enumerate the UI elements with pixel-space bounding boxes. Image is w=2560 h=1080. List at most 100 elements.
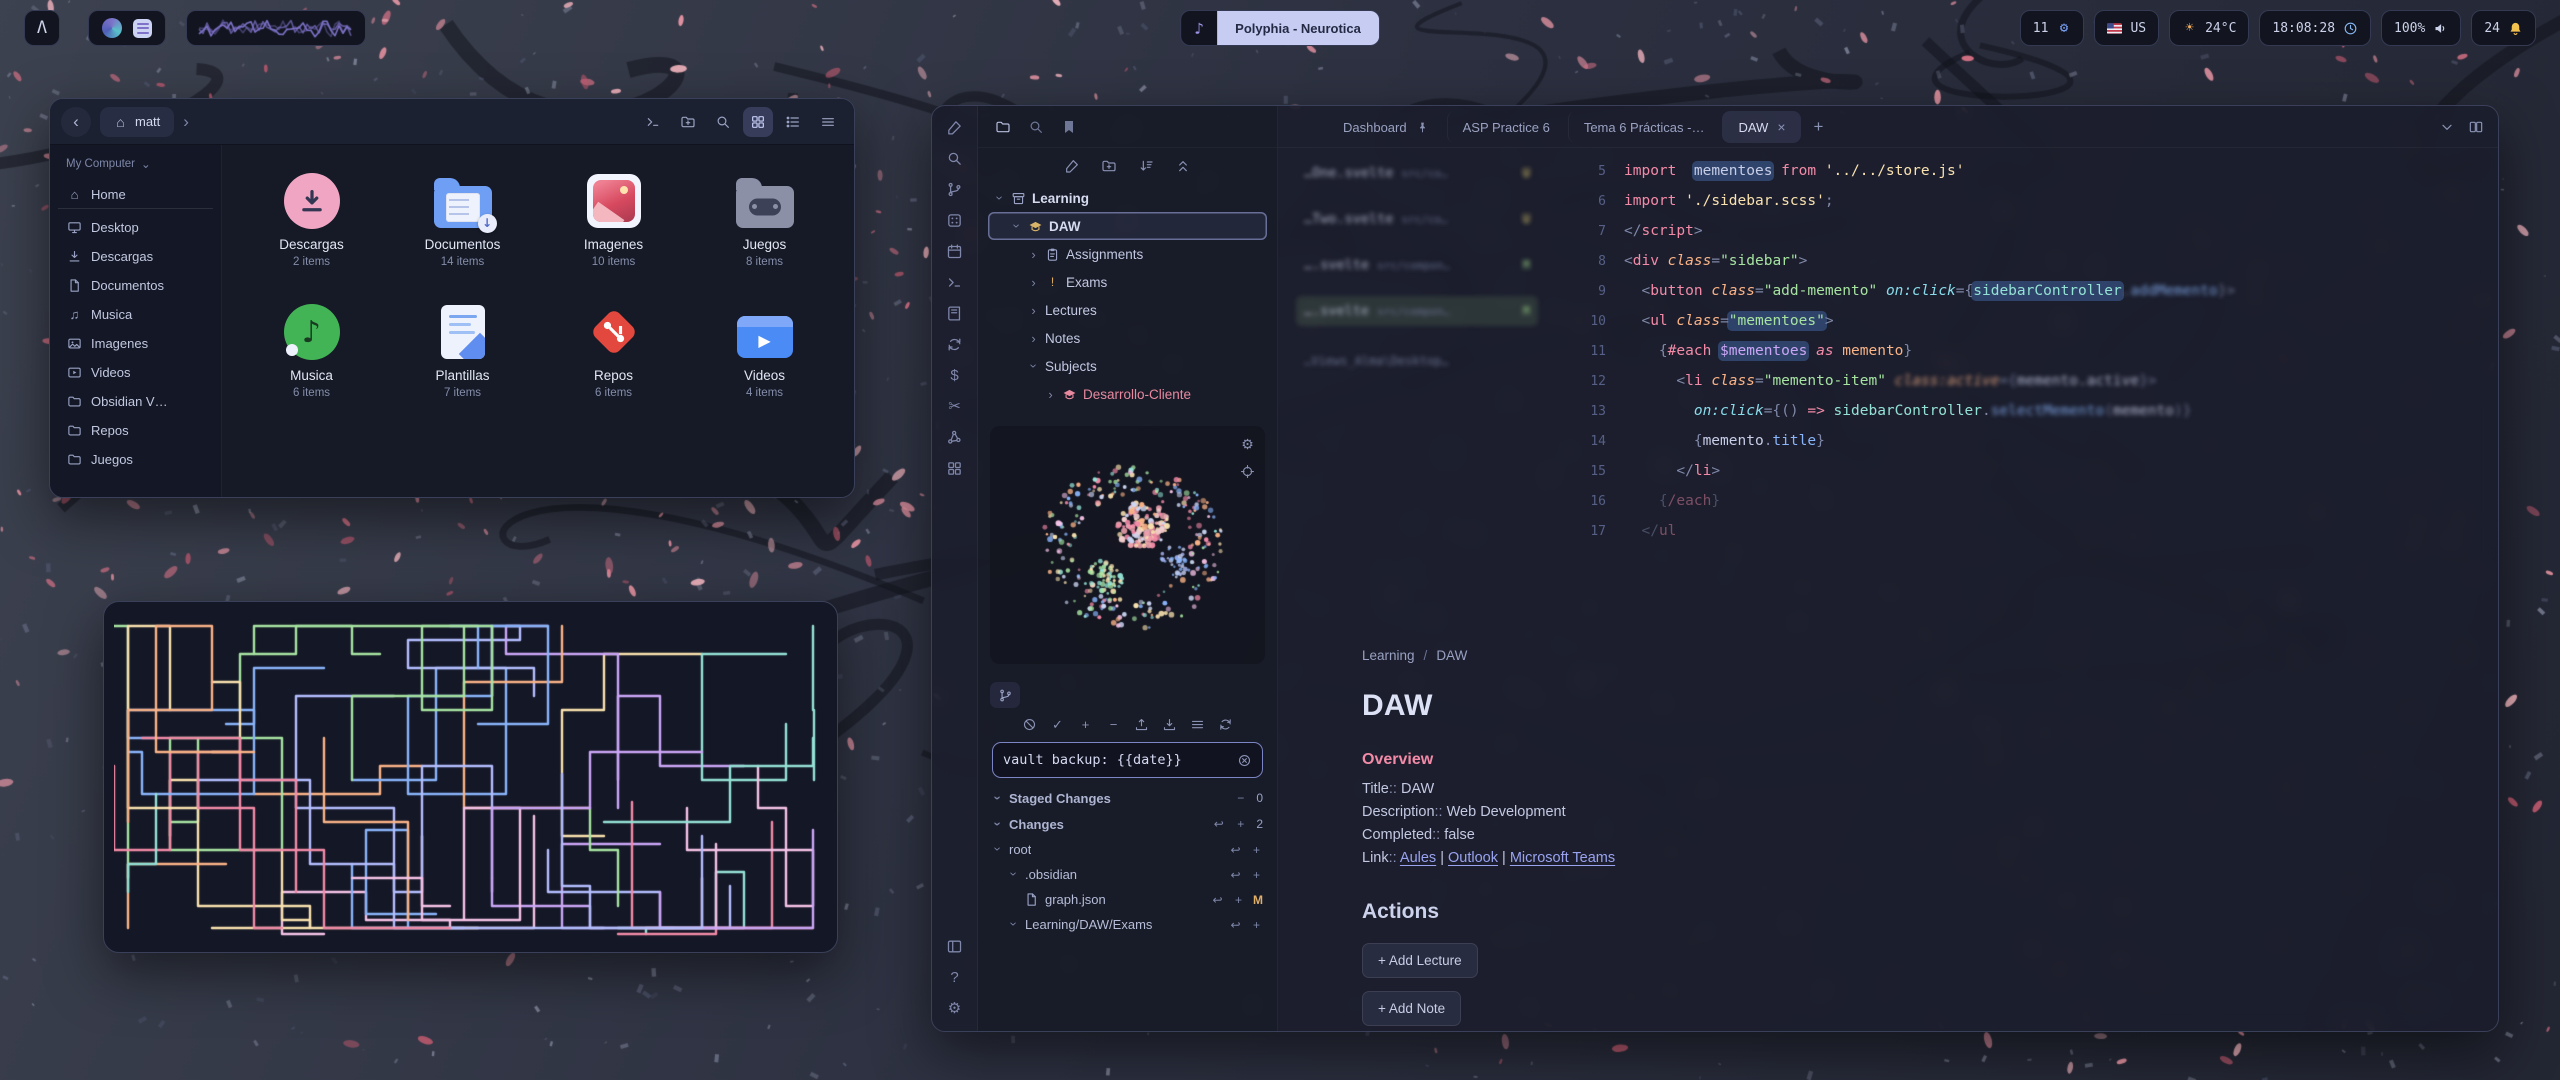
media-widget[interactable]: ♪ Polyphia - Neurotica (1180, 10, 1380, 46)
commit-message-input[interactable] (1003, 752, 1229, 768)
sidebar-item-desktop[interactable]: Desktop (58, 213, 213, 242)
explorer-sort-icon[interactable] (1138, 158, 1154, 174)
note-link-microsoft-teams[interactable]: Microsoft Teams (1510, 850, 1615, 866)
local-graph-panel[interactable]: ⚙ (990, 426, 1265, 664)
git-up-tray-icon[interactable] (1134, 717, 1149, 732)
graph-target-icon[interactable] (1240, 464, 1255, 479)
keyboard-layout-widget[interactable]: US (2094, 10, 2159, 46)
action-button-add-lecture[interactable]: + Add Lecture (1362, 943, 1478, 978)
folder-plantillas[interactable]: Plantillas7 items (387, 300, 538, 399)
breadcrumb-segment[interactable]: DAW (1436, 648, 1467, 663)
sidebar-item-musica[interactable]: ♫Musica (58, 300, 213, 329)
ribbon-scissors-icon[interactable]: ✂ (946, 398, 963, 415)
panel-tab-folder-icon[interactable] (995, 119, 1011, 135)
ribbon-layout-icon[interactable] (946, 938, 963, 955)
git-menu-icon[interactable] (1190, 717, 1205, 732)
discard-icon[interactable]: ↩ (1229, 868, 1242, 881)
unstage-all-icon[interactable]: − (1234, 792, 1247, 805)
stage-all-icon[interactable]: + (1234, 818, 1247, 831)
git-check-icon[interactable]: ✓ (1050, 717, 1065, 732)
quick-widgets[interactable] (88, 10, 166, 46)
source-control-chip[interactable] (990, 682, 1020, 708)
git-minus-icon[interactable]: − (1106, 717, 1121, 732)
volume-widget[interactable]: 100% (2381, 10, 2461, 46)
git-circle-slash-icon[interactable] (1022, 717, 1037, 732)
tab-asp-practice-6[interactable]: ASP Practice 6 (1447, 111, 1565, 143)
grid-button[interactable] (743, 107, 773, 137)
folder-juegos[interactable]: Juegos8 items (689, 169, 840, 268)
ribbon-grid-icon[interactable] (946, 460, 963, 477)
search-button[interactable] (708, 107, 738, 137)
explorer-item-daw[interactable]: ›DAW (988, 212, 1267, 240)
git-down-tray-icon[interactable] (1162, 717, 1177, 732)
plus-icon[interactable]: + (1232, 893, 1245, 906)
folder-imagenes[interactable]: Imagenes10 items (538, 169, 689, 268)
editor-area[interactable]: …One.sveltesrc/co…U…Two.sveltesrc/co…U….… (1278, 148, 2498, 1031)
folder-documentos[interactable]: ↓Documentos14 items (387, 169, 538, 268)
explorer-item-learning[interactable]: ›Learning (988, 184, 1267, 212)
clock-widget[interactable]: 18:08:28 (2259, 10, 2371, 46)
clear-message-icon[interactable] (1237, 753, 1252, 768)
action-button-add-note[interactable]: + Add Note (1362, 991, 1461, 1026)
sidebar-item-videos[interactable]: Videos (58, 358, 213, 387)
ribbon-dice-icon[interactable] (946, 212, 963, 229)
changes-header[interactable]: › Changes ↩ + 2 (978, 811, 1277, 837)
ribbon-graph-ic-icon[interactable] (946, 429, 963, 446)
tab-close-icon[interactable]: × (1777, 119, 1785, 135)
folder-musica[interactable]: ♪Musica6 items (236, 300, 387, 399)
note-link-aules[interactable]: Aules (1400, 850, 1436, 866)
explorer-item-assignments[interactable]: ›Assignments (988, 240, 1267, 268)
panel-tab-bookmark-icon[interactable] (1061, 119, 1077, 135)
folder-repos[interactable]: Repos6 items (538, 300, 689, 399)
sidebar-item-home[interactable]: ⌂Home (58, 180, 213, 209)
git-plus-icon[interactable]: + (1078, 717, 1093, 732)
breadcrumb-segment[interactable]: Learning (1362, 648, 1415, 663)
ribbon-new-note-icon[interactable] (946, 119, 963, 136)
explorer-item-exams[interactable]: ›!Exams (988, 268, 1267, 296)
notes-icon[interactable] (133, 19, 152, 38)
explorer-new-note-icon[interactable] (1064, 158, 1080, 174)
ribbon-gear-icon[interactable]: ⚙ (946, 1000, 963, 1017)
note-link-outlook[interactable]: Outlook (1448, 850, 1498, 866)
graph-gear-icon[interactable]: ⚙ (1240, 436, 1255, 451)
ribbon-dollar-icon[interactable]: $ (946, 367, 963, 384)
workspace-icon[interactable] (102, 18, 122, 38)
updates-widget[interactable]: 11 ⚙ (2020, 10, 2085, 46)
discard-icon[interactable]: ↩ (1211, 893, 1224, 906)
explorer-item-notes[interactable]: ›Notes (988, 324, 1267, 352)
tab-list-icon[interactable] (2439, 119, 2455, 135)
panel-tab-search-icon[interactable] (1028, 119, 1044, 135)
sidebar-item-imagenes[interactable]: Imagenes (58, 329, 213, 358)
explorer-folder-plus-icon[interactable] (1101, 158, 1117, 174)
plus-icon[interactable]: + (1250, 868, 1263, 881)
back-button[interactable]: ‹ (61, 107, 91, 137)
git-change-graph-json[interactable]: graph.json↩+M (978, 887, 1277, 912)
ribbon-branch-icon[interactable] (946, 181, 963, 198)
notifications-widget[interactable]: 24 (2471, 10, 2536, 46)
note-breadcrumb[interactable]: Learning/DAW (1362, 648, 2242, 663)
weather-widget[interactable]: ☀ 24°C (2169, 10, 2249, 46)
list-button[interactable] (778, 107, 808, 137)
sidebar-item-obsidian-v[interactable]: Obsidian V… (58, 387, 213, 416)
ribbon-book-icon[interactable] (946, 305, 963, 322)
sidebar-item-descargas[interactable]: Descargas (58, 242, 213, 271)
git-change-root[interactable]: ›root↩+ (978, 837, 1277, 862)
ribbon-terminal-icon[interactable] (946, 274, 963, 291)
explorer-item-desarrollo-cliente[interactable]: ›Desarrollo-Cliente (988, 380, 1267, 408)
forward-button[interactable]: › (183, 112, 189, 132)
discard-icon[interactable]: ↩ (1229, 918, 1242, 931)
ribbon-refresh-icon[interactable] (946, 336, 963, 353)
sidebar-item-documentos[interactable]: Documentos (58, 271, 213, 300)
folder-videos[interactable]: ▶Videos4 items (689, 300, 840, 399)
tab-tema-6-pr-cticas[interactable]: Tema 6 Prácticas -… (1568, 111, 1720, 143)
tab-dashboard[interactable]: Dashboard (1328, 111, 1444, 143)
plus-icon[interactable]: + (1250, 843, 1263, 856)
breadcrumb[interactable]: ⌂ matt (100, 107, 174, 137)
discard-all-icon[interactable]: ↩ (1212, 818, 1225, 831)
explorer-item-subjects[interactable]: ›Subjects (988, 352, 1267, 380)
git-refresh-icon[interactable] (1218, 717, 1233, 732)
graph-view[interactable] (990, 426, 1266, 664)
git-change-learning-daw-exams[interactable]: ›Learning/DAW/Exams↩+ (978, 912, 1277, 937)
explorer-collapse-icon[interactable] (1175, 158, 1191, 174)
discard-icon[interactable]: ↩ (1229, 843, 1242, 856)
